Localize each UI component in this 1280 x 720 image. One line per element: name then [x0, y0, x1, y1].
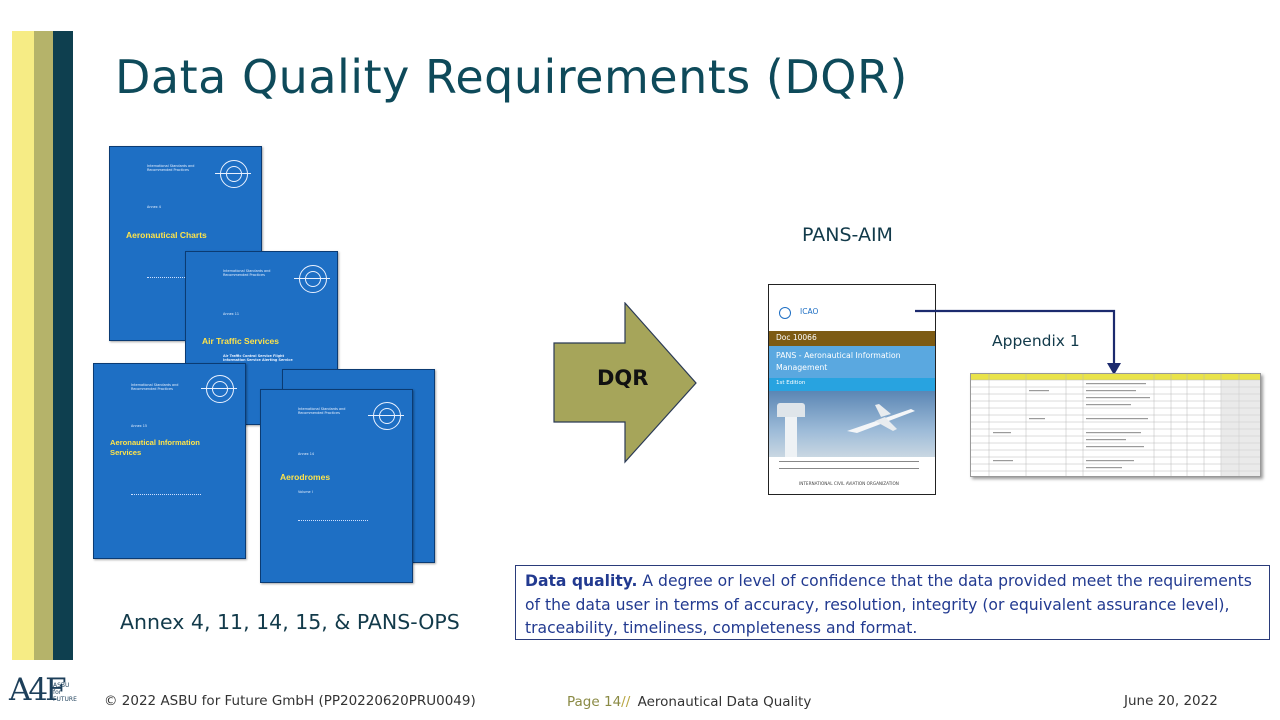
doc-photo	[769, 391, 935, 457]
cover-subheading: Air Traffic Control Service Flight Infor…	[223, 354, 293, 363]
doc-org: ICAO	[800, 307, 819, 316]
pans-aim-label: PANS-AIM	[802, 224, 893, 246]
cover-annex-number: Annex 15	[131, 424, 148, 428]
annex-caption: Annex 4, 11, 14, 15, & PANS-OPS	[120, 610, 460, 634]
table-grid	[971, 374, 1260, 476]
cover-publisher: International Standards and Recommended …	[147, 164, 195, 173]
appendix-table-thumbnail	[970, 373, 1261, 477]
cover-heading: Aeronautical Information Services	[110, 438, 200, 457]
cover-body-text	[131, 494, 201, 519]
doc-title-band: PANS - Aeronautical Information Manageme…	[769, 346, 935, 378]
definition-box: Data quality. A degree or level of confi…	[515, 565, 1270, 640]
doc-number: Doc 10066	[776, 333, 817, 342]
dqr-arrow-label: DQR	[597, 366, 649, 390]
stripe-teal	[53, 31, 73, 660]
cover-heading: Air Traffic Services	[202, 336, 280, 346]
cover-annex-number: Annex 4	[147, 205, 161, 209]
icao-seal-icon	[294, 265, 330, 293]
cover-publisher: International Standards and Recommended …	[223, 269, 271, 278]
footer-page-number: 14	[603, 694, 622, 710]
footer-date: June 20, 2022	[1124, 693, 1218, 709]
annex-14-cover: International Standards and Recommended …	[260, 389, 413, 583]
slide-title: Data Quality Requirements (DQR)	[115, 50, 908, 104]
appendix-label: Appendix 1	[992, 332, 1080, 350]
cover-publisher: International Standards and Recommended …	[298, 407, 346, 416]
cover-heading: Aeronautical Charts	[126, 230, 207, 240]
stripe-olive	[34, 31, 53, 660]
icao-seal-icon	[368, 402, 404, 430]
doc-edition-band: 1st Edition	[769, 378, 935, 391]
doc-notice	[779, 461, 919, 469]
doc-footer: INTERNATIONAL CIVIL AVIATION ORGANIZATIO…	[799, 481, 899, 486]
footer-page-label: Page	[567, 694, 600, 710]
annex-15-cover: International Standards and Recommended …	[93, 363, 246, 559]
control-tower-shaft	[785, 417, 797, 457]
footer-copyright: © 2022 ASBU for Future GmbH (PP20220620P…	[104, 693, 476, 709]
doc-edition: 1st Edition	[776, 380, 806, 386]
doc-title: PANS - Aeronautical Information Manageme…	[776, 351, 901, 372]
cover-volume: Volume I	[298, 490, 313, 494]
footer-subject: Aeronautical Data Quality	[637, 694, 812, 710]
doc-number-band: Doc 10066	[769, 331, 935, 346]
icao-seal-icon	[215, 160, 251, 188]
cover-publisher: International Standards and Recommended …	[131, 383, 179, 392]
a4f-logo-text: ASBU for FUTURE	[53, 682, 77, 703]
pans-aim-cover: ICAO Doc 10066 PANS - Aeronautical Infor…	[768, 284, 936, 495]
definition-term: Data quality.	[525, 572, 638, 590]
cover-body-text	[298, 520, 368, 545]
stripe-yellow	[12, 31, 34, 660]
cover-heading: Aerodromes	[280, 472, 331, 482]
icao-logo-icon	[779, 307, 791, 319]
footer-page: Page 14// Aeronautical Data Quality	[567, 694, 811, 710]
control-tower	[777, 403, 805, 417]
footer-separator: //	[621, 694, 631, 710]
cover-annex-number: Annex 11	[223, 312, 240, 316]
definition-paragraph: Data quality. A degree or level of confi…	[525, 570, 1260, 641]
a4f-logo: A4F ASBU for FUTURE	[9, 670, 79, 714]
airplane-icon	[847, 404, 915, 433]
cover-annex-number: Annex 14	[298, 452, 315, 456]
icao-seal-icon	[201, 375, 237, 403]
